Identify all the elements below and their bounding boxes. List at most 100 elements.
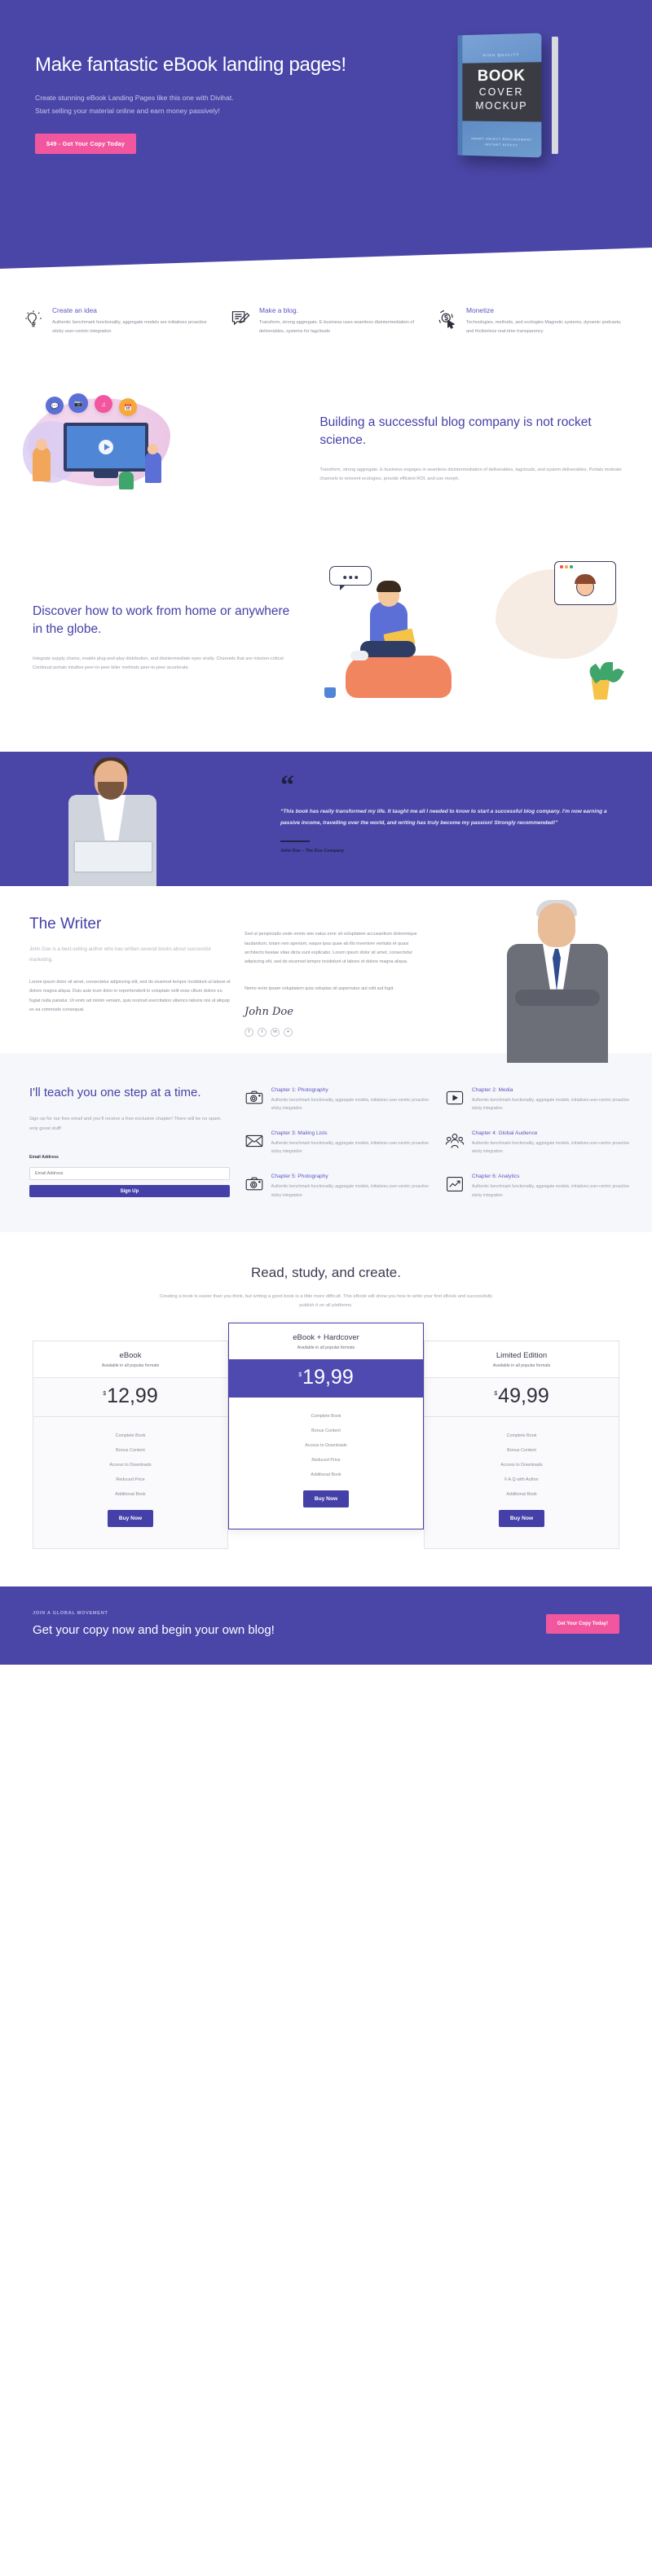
portrait-laptop [73,840,153,874]
person-center [119,472,134,490]
currency-symbol: $ [494,1390,498,1397]
book-footer-text: SMART OBJECT REPLACEMENT INSTANT EFFECT [463,136,542,150]
plan-header: Limited Edition Available in all popular… [425,1341,619,1379]
chapters-list: Chapter 1: Photography Authentic benchma… [244,1084,631,1200]
book-title-line2: COVER [478,86,524,99]
writer-title: The Writer [29,915,102,933]
legs-shape [360,641,416,658]
buy-now-button[interactable]: Buy Now [107,1510,154,1528]
email-input[interactable] [29,1167,230,1181]
currency-symbol: $ [103,1390,107,1397]
envelope-icon [244,1130,264,1156]
chapter-title[interactable]: Chapter 3: Mailing Lists [271,1130,430,1136]
price-value: 49,99 [498,1385,549,1408]
book-pages [552,36,559,155]
writer-body-2: Sed ut perspiciatis unde omnis iste natu… [244,932,417,965]
author-signature: John Doe [244,1005,293,1018]
play-button-icon[interactable] [99,440,113,455]
signup-column: I'll teach you one step at a time. Sign … [21,1084,230,1200]
writer-photo-column [433,899,631,1063]
seated-person-hair [377,581,402,593]
hero-text-block: Make fantastic eBook landing pages! Crea… [24,34,362,155]
feature-title: Create an idea [52,306,97,314]
dollar-cursor-icon [437,306,458,336]
list-item: Chapter 4: Global Audience Authentic ben… [445,1130,631,1156]
blog-section-body: Transform, strong aggregate. E-business … [319,467,622,482]
blog-text-block: Building a successful blog company is no… [319,409,631,485]
twitter-icon[interactable]: t [258,1027,267,1037]
writer-detail-column: Sed ut perspiciatis unde omnis iste natu… [244,915,420,1037]
work-section: Discover how to work from home or anywhe… [0,537,652,752]
hero-cta-button[interactable]: $49 - Got Your Copy Today [35,134,137,155]
plan-feature: Complete Book [311,1414,341,1420]
footer-headline: Get your copy now and begin your own blo… [33,1623,275,1638]
chapter-title[interactable]: Chapter 4: Global Audience [472,1130,631,1136]
note-pencil-icon [230,306,251,336]
chapters-title: I'll teach you one step at a time. [29,1085,201,1099]
chapter-title[interactable]: Chapter 1: Photography [271,1087,430,1093]
sofa-shape [346,656,452,699]
social-links: f t in ● [244,1027,420,1037]
buy-now-button[interactable]: Buy Now [498,1510,545,1528]
portrait-head [538,902,575,947]
plan-features: Complete Book Bonus Content Access to Do… [425,1417,619,1548]
chapter-title[interactable]: Chapter 2: Media [472,1087,631,1093]
quote-mark-icon: “ [280,770,295,801]
linkedin-icon[interactable]: in [271,1027,280,1037]
feature-item: Make a blog. Transform, strong aggregate… [230,306,422,336]
writer-lead: John Doe is a best-selling author who ha… [29,946,211,963]
work-text-block: Discover how to work from home or anywhe… [21,603,292,674]
plan-feature: Complete Book [115,1433,146,1439]
email-field-label: Email Address [29,1155,59,1161]
sock-shape [350,651,369,661]
author-portrait [492,898,629,1063]
book-eyebrow: HIGH QUALITY [482,52,520,58]
plan-feature: Additional Book [115,1492,146,1498]
writer-body-1: Lorem ipsum dolor sit amet, consectetur … [29,980,231,1012]
writer-section: The Writer John Doe is a best-selling au… [0,886,652,1063]
chapter-title[interactable]: Chapter 5: Photography [271,1174,430,1179]
plan-availability: Available in all popular formats [101,1363,160,1369]
plan-name: eBook + Hardcover [293,1333,359,1343]
plan-feature: Reduced Price [116,1477,145,1483]
plan-feature: Complete Book [506,1433,537,1439]
footer-cta-section: JOIN A GLOBAL MOVEMENT Get your copy now… [0,1586,652,1665]
testimonial-text-block: “ “This book has really transformed my l… [277,752,631,886]
pricing-plans: eBook Available in all popular formats $… [0,1323,652,1550]
plan-header: eBook Available in all popular formats [33,1341,227,1379]
feature-item: Create an idea Authentic benchmark funct… [23,306,215,336]
chapter-desc: Authentic benchmark functionality, aggre… [471,1141,630,1155]
plan-features: Complete Book Bonus Content Access to Do… [229,1398,423,1529]
plan-feature: Access to Downloads [500,1463,543,1468]
footer-text-block: JOIN A GLOBAL MOVEMENT Get your copy now… [33,1611,275,1637]
chapter-title[interactable]: Chapter 6: Analytics [472,1174,631,1179]
footer-cta-button[interactable]: Get Your Copy Today! [545,1614,619,1635]
plan-availability: Available in all popular formats [492,1363,551,1369]
feature-item: Monetize Technologies, methods, and ecol… [437,306,629,336]
group-people-icon [445,1130,465,1156]
testimonial-section: “ “This book has really transformed my l… [0,752,652,887]
testimonial-photo-block [21,752,277,887]
plant-pot [591,678,610,700]
testimonial-author: John Doe – The Doe Company [280,848,345,854]
chapter-desc: Authentic benchmark functionality, aggre… [271,1141,429,1155]
book-title-line1: BOOK [478,67,526,86]
book-band: BOOK COVER MOCKUP [462,62,542,122]
chapter-desc: Authentic benchmark functionality, aggre… [271,1097,429,1111]
play-media-icon [445,1087,465,1112]
buy-now-button[interactable]: Buy Now [302,1490,350,1508]
blog-illustration: 💬 📷 ♫ 📅 [21,393,308,499]
chapters-subtitle: Sign up for our free email and you’ll re… [29,1117,222,1132]
currency-symbol: $ [298,1371,302,1378]
plan-feature: Additional Book [311,1472,341,1478]
plan-price: $49,99 [425,1378,619,1418]
list-item: Chapter 6: Analytics Authentic benchmark… [445,1174,631,1199]
hero-image-block: HIGH QUALITY BOOK COVER MOCKUP SMART OBJ… [362,33,628,158]
dribbble-icon[interactable]: ● [284,1027,293,1037]
feature-body: Transform, strong aggregate. E-business … [259,320,415,335]
book-title-line3: MOCKUP [475,99,528,112]
camera-icon [244,1087,264,1112]
signup-button[interactable]: Sign Up [29,1185,230,1198]
lightbulb-icon [23,306,44,336]
facebook-icon[interactable]: f [244,1027,254,1037]
